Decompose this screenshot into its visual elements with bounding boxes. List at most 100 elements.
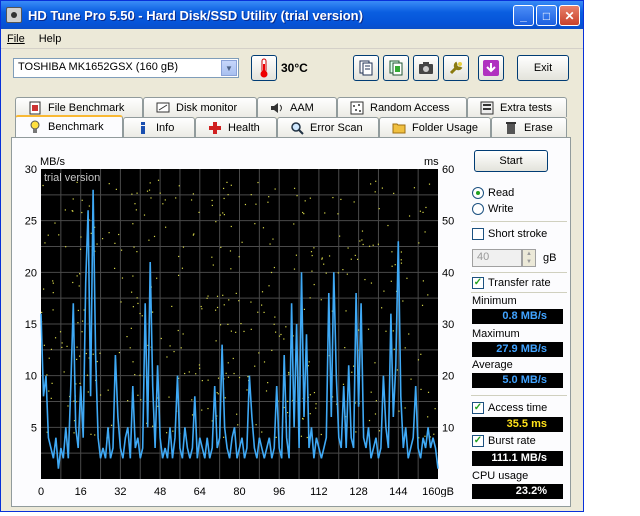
access-time-point [184, 372, 186, 375]
access-time-point [54, 337, 57, 339]
access-time-point [391, 265, 393, 267]
access-time-point [303, 213, 305, 215]
short-stroke-box[interactable] [472, 228, 484, 240]
access-time-label: Access time [488, 402, 548, 414]
access-time-point [108, 183, 110, 185]
tab-health[interactable]: Health [195, 117, 277, 137]
exit-button[interactable]: Exit [517, 55, 569, 81]
tab-disk-monitor[interactable]: Disk monitor [143, 97, 257, 117]
drive-select[interactable]: TOSHIBA MK1652GSX (160 gB) ▼ [13, 58, 239, 78]
copy-info-icon[interactable] [383, 55, 409, 81]
tab-random-access[interactable]: Random Access [337, 97, 467, 117]
title-bar[interactable]: HD Tune Pro 5.50 - Hard Disk/SSD Utility… [1, 1, 583, 29]
access-time-checkbox[interactable]: ✓ Access time [472, 402, 547, 414]
tab-folder-usage[interactable]: Folder Usage [379, 117, 491, 137]
tab-aam[interactable]: AAM [257, 97, 337, 117]
access-time-point [300, 435, 303, 437]
minimize-button[interactable]: _ [513, 5, 534, 26]
tab-label: Benchmark [48, 121, 104, 133]
access-time-point [417, 359, 420, 361]
transfer-rate-box[interactable]: ✓ [472, 277, 484, 289]
transfer-rate-label: Transfer rate [488, 277, 551, 289]
access-time-point [295, 254, 297, 256]
save-download-icon[interactable] [478, 55, 504, 81]
tab-benchmark[interactable]: Benchmark [15, 115, 123, 137]
access-time-point [43, 288, 45, 290]
access-time-point [90, 232, 92, 234]
access-time-point [165, 226, 167, 228]
access-time-point [54, 222, 56, 224]
menu-file[interactable]: File [7, 33, 25, 45]
access-time-point [258, 352, 260, 354]
short-stroke-checkbox[interactable]: Short stroke [472, 228, 547, 240]
transfer-rate-checkbox[interactable]: ✓ Transfer rate [472, 277, 551, 289]
access-time-point [315, 407, 317, 409]
copy-text-icon[interactable] [353, 55, 379, 81]
access-time-point [153, 235, 156, 238]
divider [471, 395, 567, 396]
tab-file-benchmark[interactable]: File Benchmark [15, 97, 143, 117]
access-time-box[interactable]: ✓ [472, 402, 484, 414]
y-axis-left-tick-label: 5 [31, 422, 37, 434]
tab-erase[interactable]: Erase [491, 117, 567, 137]
access-time-point [367, 328, 370, 330]
chevron-down-icon[interactable]: ▼ [221, 60, 237, 76]
access-time-point [306, 436, 308, 439]
short-stroke-input[interactable]: 40 [472, 249, 522, 267]
access-time-point [201, 409, 203, 411]
tab-extra-tests[interactable]: Extra tests [467, 97, 567, 117]
x-axis-tick-label: 160gB [422, 486, 454, 497]
access-time-point [139, 312, 141, 315]
access-time-point [320, 433, 322, 436]
burst-rate-box[interactable]: ✓ [472, 435, 484, 447]
tab-label: Disk monitor [176, 101, 238, 114]
read-radio-dot[interactable] [472, 187, 484, 199]
access-time-point [273, 323, 275, 325]
y-axis-right-tick-label: 40 [442, 267, 454, 279]
access-time-point [410, 378, 412, 380]
access-time-point [81, 199, 83, 201]
menu-help[interactable]: Help [39, 33, 62, 45]
start-button[interactable]: Start [474, 150, 548, 172]
write-radio-dot[interactable] [472, 203, 484, 215]
close-button[interactable]: ✕ [559, 5, 580, 26]
access-time-point [216, 295, 219, 297]
window-title: HD Tune Pro 5.50 - Hard Disk/SSD Utility… [28, 7, 363, 23]
access-time-point [159, 192, 161, 194]
access-time-point [227, 194, 229, 196]
options-wrench-icon[interactable] [443, 55, 469, 81]
access-time-point [76, 358, 78, 361]
access-time-point [370, 391, 372, 393]
read-radio[interactable]: Read [472, 187, 514, 199]
magnifier-icon [290, 121, 304, 135]
access-time-point [216, 306, 219, 309]
access-time-point [181, 267, 184, 269]
burst-rate-checkbox[interactable]: ✓ Burst rate [472, 435, 536, 447]
access-time-point [368, 245, 371, 247]
access-time-point [195, 373, 197, 375]
y-axis-left-unit: MB/s [40, 156, 66, 168]
access-time-point [375, 400, 377, 402]
screenshot-camera-icon[interactable] [413, 55, 439, 81]
access-time-point [374, 191, 376, 193]
access-time-point [171, 305, 173, 308]
access-time-point [72, 198, 74, 200]
access-time-point [357, 329, 360, 331]
access-time-point [156, 277, 158, 279]
maximize-button[interactable]: □ [536, 5, 557, 26]
tab-error-scan[interactable]: Error Scan [277, 117, 379, 137]
access-time-point [201, 380, 203, 382]
short-stroke-spinner[interactable]: ▲ ▼ [522, 249, 536, 267]
access-time-point [148, 189, 151, 191]
access-time-point [136, 297, 138, 299]
access-time-point [293, 223, 295, 225]
access-time-point [381, 187, 383, 189]
tab-info[interactable]: Info [123, 117, 195, 137]
access-time-point [212, 264, 214, 266]
access-time-point [81, 211, 83, 214]
access-time-point [211, 199, 213, 202]
access-time-point [238, 256, 240, 258]
access-time-point [52, 309, 54, 311]
access-time-point [280, 333, 282, 336]
write-radio[interactable]: Write [472, 203, 513, 215]
